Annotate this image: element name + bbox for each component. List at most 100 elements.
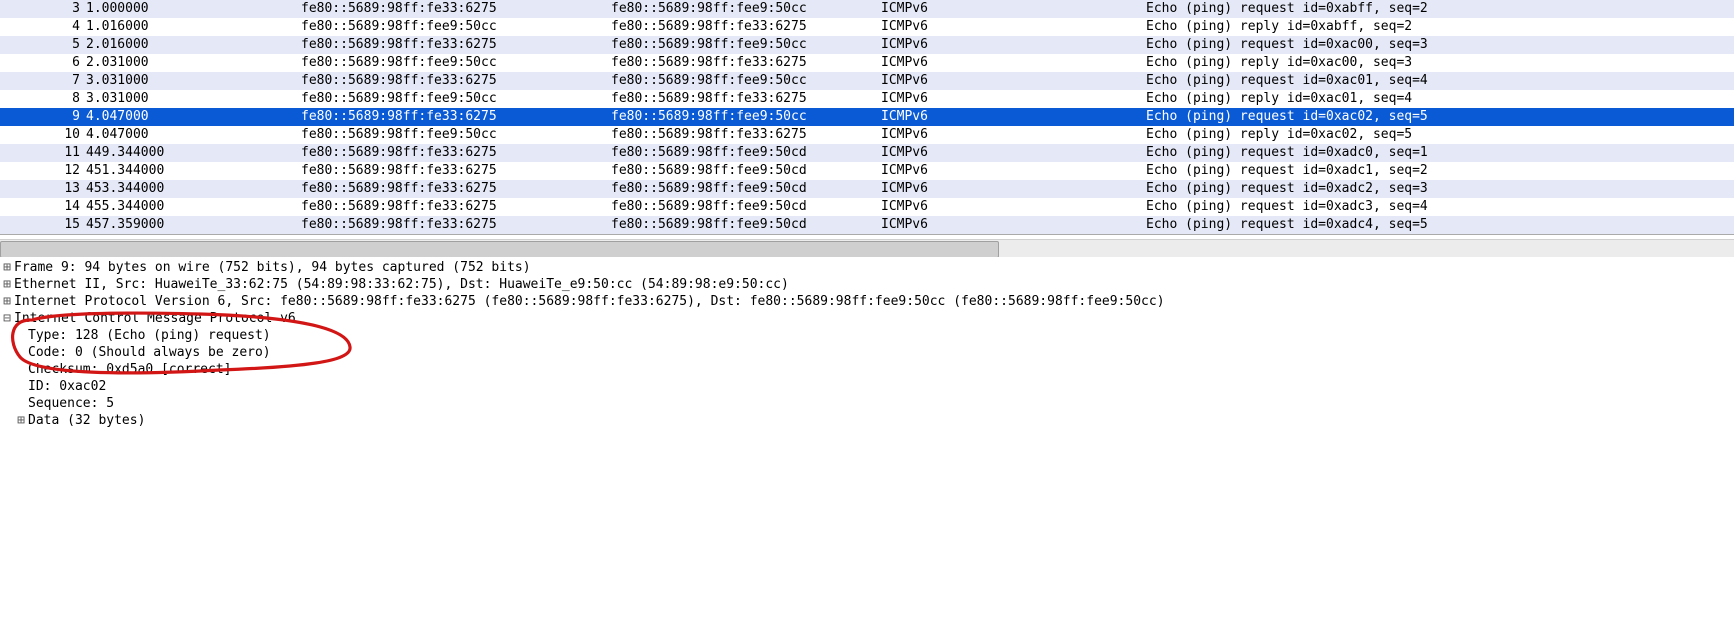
col-source: fe80::5689:98ff:fe33:6275 [301, 0, 611, 18]
col-destination: fe80::5689:98ff:fe33:6275 [611, 90, 881, 108]
col-destination: fe80::5689:98ff:fee9:50cd [611, 162, 881, 180]
tree-text: Data (32 bytes) [28, 412, 145, 429]
packet-row[interactable]: 104.047000fe80::5689:98ff:fee9:50ccfe80:… [0, 126, 1734, 144]
packet-row[interactable]: 31.000000fe80::5689:98ff:fe33:6275fe80::… [0, 0, 1734, 18]
col-time: 1.016000 [86, 18, 301, 36]
col-source: fe80::5689:98ff:fe33:6275 [301, 162, 611, 180]
tree-text: Internet Protocol Version 6, Src: fe80::… [14, 293, 1165, 310]
col-info: Echo (ping) request id=0xadc1, seq=2 [1146, 162, 1734, 180]
tree-text: Ethernet II, Src: HuaweiTe_33:62:75 (54:… [14, 276, 789, 293]
col-protocol: ICMPv6 [881, 198, 1146, 216]
tree-icmpv6-code[interactable]: Code: 0 (Should always be zero) [0, 344, 1734, 361]
col-source: fe80::5689:98ff:fee9:50cc [301, 54, 611, 72]
packet-row[interactable]: 73.031000fe80::5689:98ff:fe33:6275fe80::… [0, 72, 1734, 90]
collapse-icon[interactable]: ⊟ [0, 310, 14, 327]
col-no: 13 [0, 180, 86, 198]
col-time: 455.344000 [86, 198, 301, 216]
packet-details-tree[interactable]: ⊞ Frame 9: 94 bytes on wire (752 bits), … [0, 257, 1734, 429]
tree-icmpv6-id[interactable]: ID: 0xac02 [0, 378, 1734, 395]
col-destination: fe80::5689:98ff:fe33:6275 [611, 126, 881, 144]
packet-row[interactable]: 83.031000fe80::5689:98ff:fee9:50ccfe80::… [0, 90, 1734, 108]
tree-icmpv6-type[interactable]: Type: 128 (Echo (ping) request) [0, 327, 1734, 344]
packet-row[interactable]: 41.016000fe80::5689:98ff:fee9:50ccfe80::… [0, 18, 1734, 36]
expand-icon[interactable]: ⊞ [14, 412, 28, 429]
col-time: 2.031000 [86, 54, 301, 72]
col-no: 4 [0, 18, 86, 36]
packet-row[interactable]: 13453.344000fe80::5689:98ff:fe33:6275fe8… [0, 180, 1734, 198]
packet-row[interactable]: 11449.344000fe80::5689:98ff:fe33:6275fe8… [0, 144, 1734, 162]
col-no: 8 [0, 90, 86, 108]
col-info: Echo (ping) reply id=0xac00, seq=3 [1146, 54, 1734, 72]
col-no: 7 [0, 72, 86, 90]
col-protocol: ICMPv6 [881, 144, 1146, 162]
expand-icon[interactable]: ⊞ [0, 276, 14, 293]
packet-row[interactable]: 14455.344000fe80::5689:98ff:fe33:6275fe8… [0, 198, 1734, 216]
tree-icmpv6-checksum[interactable]: Checksum: 0xd5a0 [correct] [0, 361, 1734, 378]
packet-row[interactable]: 52.016000fe80::5689:98ff:fe33:6275fe80::… [0, 36, 1734, 54]
col-source: fe80::5689:98ff:fe33:6275 [301, 180, 611, 198]
col-destination: fe80::5689:98ff:fee9:50cd [611, 180, 881, 198]
col-info: Echo (ping) request id=0xac01, seq=4 [1146, 72, 1734, 90]
col-info: Echo (ping) request id=0xadc4, seq=5 [1146, 216, 1734, 234]
tree-text: Frame 9: 94 bytes on wire (752 bits), 94… [14, 259, 531, 276]
col-protocol: ICMPv6 [881, 36, 1146, 54]
col-protocol: ICMPv6 [881, 126, 1146, 144]
col-time: 457.359000 [86, 216, 301, 234]
packet-row[interactable]: 62.031000fe80::5689:98ff:fee9:50ccfe80::… [0, 54, 1734, 72]
tree-ethernet[interactable]: ⊞ Ethernet II, Src: HuaweiTe_33:62:75 (5… [0, 276, 1734, 293]
tree-data[interactable]: ⊞ Data (32 bytes) [0, 412, 1734, 429]
col-destination: fe80::5689:98ff:fee9:50cd [611, 216, 881, 234]
col-info: Echo (ping) reply id=0xac02, seq=5 [1146, 126, 1734, 144]
col-destination: fe80::5689:98ff:fee9:50cc [611, 36, 881, 54]
col-destination: fe80::5689:98ff:fe33:6275 [611, 18, 881, 36]
col-time: 453.344000 [86, 180, 301, 198]
col-source: fe80::5689:98ff:fe33:6275 [301, 144, 611, 162]
col-no: 10 [0, 126, 86, 144]
col-time: 3.031000 [86, 72, 301, 90]
tree-text: Checksum: 0xd5a0 [correct] [28, 361, 232, 378]
col-info: Echo (ping) request id=0xac02, seq=5 [1146, 108, 1734, 126]
col-time: 451.344000 [86, 162, 301, 180]
col-protocol: ICMPv6 [881, 18, 1146, 36]
expand-icon[interactable]: ⊞ [0, 293, 14, 310]
col-info: Echo (ping) request id=0xadc2, seq=3 [1146, 180, 1734, 198]
col-destination: fe80::5689:98ff:fee9:50cc [611, 108, 881, 126]
col-destination: fe80::5689:98ff:fe33:6275 [611, 54, 881, 72]
col-destination: fe80::5689:98ff:fee9:50cc [611, 72, 881, 90]
horizontal-scrollbar[interactable] [0, 239, 1734, 257]
col-no: 11 [0, 144, 86, 162]
col-destination: fe80::5689:98ff:fee9:50cc [611, 0, 881, 18]
col-info: Echo (ping) reply id=0xabff, seq=2 [1146, 18, 1734, 36]
col-source: fe80::5689:98ff:fe33:6275 [301, 216, 611, 234]
tree-text: Type: 128 (Echo (ping) request) [28, 327, 271, 344]
col-destination: fe80::5689:98ff:fee9:50cd [611, 198, 881, 216]
tree-icmpv6-sequence[interactable]: Sequence: 5 [0, 395, 1734, 412]
col-time: 3.031000 [86, 90, 301, 108]
packet-row[interactable]: 12451.344000fe80::5689:98ff:fe33:6275fe8… [0, 162, 1734, 180]
tree-ipv6[interactable]: ⊞ Internet Protocol Version 6, Src: fe80… [0, 293, 1734, 310]
tree-text: Sequence: 5 [28, 395, 114, 412]
col-info: Echo (ping) request id=0xadc0, seq=1 [1146, 144, 1734, 162]
col-no: 14 [0, 198, 86, 216]
col-protocol: ICMPv6 [881, 90, 1146, 108]
scrollbar-thumb[interactable] [0, 241, 999, 258]
col-protocol: ICMPv6 [881, 180, 1146, 198]
col-source: fe80::5689:98ff:fe33:6275 [301, 36, 611, 54]
col-protocol: ICMPv6 [881, 162, 1146, 180]
tree-frame[interactable]: ⊞ Frame 9: 94 bytes on wire (752 bits), … [0, 259, 1734, 276]
tree-text: ID: 0xac02 [28, 378, 106, 395]
tree-icmpv6[interactable]: ⊟ Internet Control Message Protocol v6 [0, 310, 1734, 327]
col-source: fe80::5689:98ff:fe33:6275 [301, 198, 611, 216]
col-info: Echo (ping) request id=0xabff, seq=2 [1146, 0, 1734, 18]
packet-list[interactable]: 31.000000fe80::5689:98ff:fe33:6275fe80::… [0, 0, 1734, 235]
col-info: Echo (ping) request id=0xac00, seq=3 [1146, 36, 1734, 54]
expand-icon[interactable]: ⊞ [0, 259, 14, 276]
packet-row[interactable]: 94.047000fe80::5689:98ff:fe33:6275fe80::… [0, 108, 1734, 126]
col-source: fe80::5689:98ff:fee9:50cc [301, 18, 611, 36]
packet-row[interactable]: 15457.359000fe80::5689:98ff:fe33:6275fe8… [0, 216, 1734, 234]
col-no: 5 [0, 36, 86, 54]
tree-text: Code: 0 (Should always be zero) [28, 344, 271, 361]
col-source: fe80::5689:98ff:fe33:6275 [301, 72, 611, 90]
col-time: 1.000000 [86, 0, 301, 18]
col-time: 449.344000 [86, 144, 301, 162]
